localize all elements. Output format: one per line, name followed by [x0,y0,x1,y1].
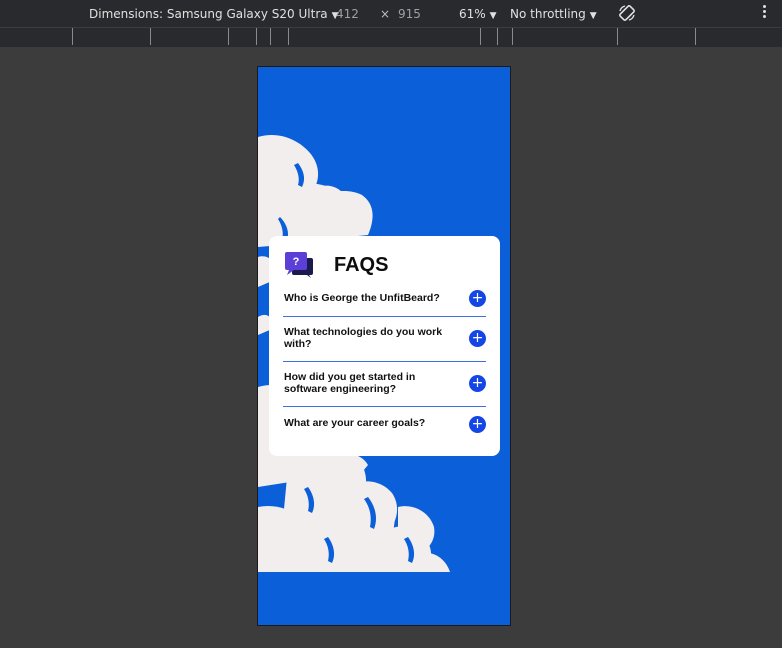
faq-question: What are your career goals? [284,417,426,429]
zoom-label: 61% [459,7,486,21]
faq-card: ? FAQS Who is George the UnfitBeard? + W… [269,236,500,456]
faq-question: Who is George the UnfitBeard? [284,292,440,304]
expand-plus-icon[interactable]: + [469,416,486,433]
caret-down-icon: ▼ [489,11,497,21]
faq-item[interactable]: What are your career goals? + [283,407,486,441]
zoom-select[interactable]: 61% ▼ [459,6,497,22]
responsive-ruler [0,27,782,47]
expand-plus-icon[interactable]: + [469,290,486,307]
devtools-device-toolbar: Dimensions: Samsung Galaxy S20 Ultra ▼ 41… [0,0,782,27]
faq-question: How did you get started in software engi… [284,371,416,395]
throttling-select[interactable]: No throttling ▼ [510,6,597,22]
expand-plus-icon[interactable]: + [469,330,486,347]
throttling-label: No throttling [510,7,586,21]
device-select[interactable]: Dimensions: Samsung Galaxy S20 Ultra ▼ [89,6,339,22]
height-input[interactable]: 915 [398,6,421,22]
faq-header: ? FAQS [285,252,485,278]
question-chat-icon: ? [285,252,315,278]
faq-item[interactable]: What technologies do you work with? + [283,317,486,362]
expand-plus-icon[interactable]: + [469,375,486,392]
caret-down-icon: ▼ [589,11,597,21]
faq-item[interactable]: Who is George the UnfitBeard? + [283,288,486,317]
svg-text:?: ? [293,256,300,268]
device-label: Dimensions: Samsung Galaxy S20 Ultra [89,7,328,21]
width-input[interactable]: 412 [336,6,359,22]
faq-title: FAQS [334,254,389,276]
faq-question: What technologies do you work with? [284,326,443,350]
faq-item[interactable]: How did you get started in software engi… [283,362,486,407]
rotate-icon[interactable] [617,3,637,23]
more-vert-icon[interactable] [763,5,769,21]
dimension-separator: × [380,7,391,21]
